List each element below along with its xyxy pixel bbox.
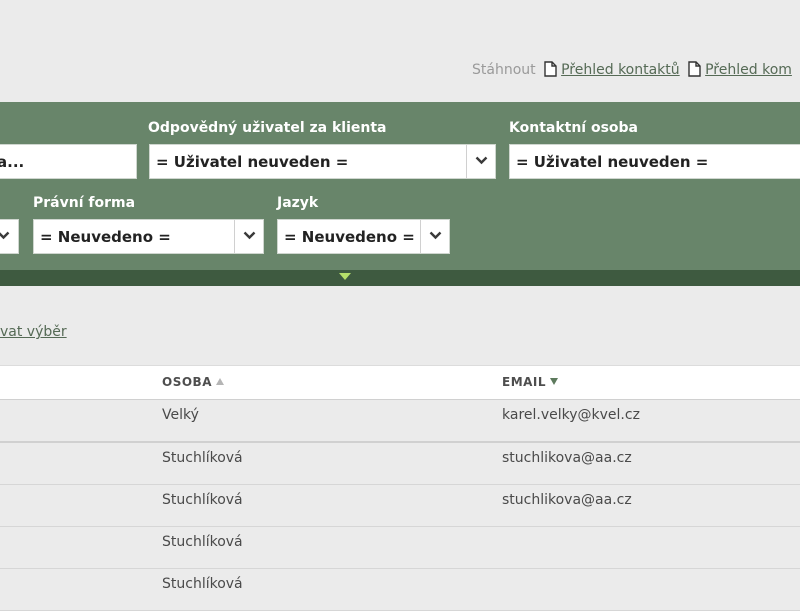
- column-header-email[interactable]: EMAIL: [502, 375, 559, 389]
- contacts-table: OSOBA EMAIL Velký karel.velky@kvel.cz St…: [0, 365, 800, 611]
- sort-descending-icon[interactable]: [550, 378, 559, 385]
- chevron-down-icon[interactable]: [234, 220, 263, 253]
- chevron-down-icon[interactable]: [466, 145, 495, 178]
- person-cell: Stuchlíková: [162, 576, 243, 592]
- language-label: Jazyk: [277, 195, 319, 211]
- download-communication-link[interactable]: Přehled kom: [705, 62, 792, 78]
- document-icon: [544, 61, 557, 83]
- person-cell: Stuchlíková: [162, 492, 243, 508]
- search-input[interactable]: a...: [0, 144, 137, 179]
- contact-person-select[interactable]: = Uživatel neuveden =: [509, 144, 800, 179]
- column-header-person[interactable]: OSOBA: [162, 375, 224, 389]
- table-row[interactable]: Stuchlíková stuchlikova@aa.cz: [0, 485, 800, 527]
- download-label: Stáhnout: [472, 62, 536, 78]
- chevron-down-icon[interactable]: [0, 220, 18, 253]
- download-links: Stáhnout Přehled kontaktů Přehled kom: [472, 60, 792, 83]
- legal-form-label: Právní forma: [33, 195, 136, 211]
- person-cell: Velký: [162, 407, 199, 423]
- responsible-user-value: = Uživatel neuveden =: [156, 153, 349, 171]
- contact-person-label: Kontaktní osoba: [509, 120, 639, 136]
- search-input-value: a...: [0, 153, 25, 171]
- table-row[interactable]: Velký karel.velky@kvel.cz: [0, 400, 800, 443]
- email-cell: karel.velky@kvel.cz: [502, 407, 640, 423]
- document-icon: [688, 61, 701, 83]
- responsible-user-label: Odpovědný uživatel za klienta: [148, 120, 387, 136]
- email-cell: stuchlikova@aa.cz: [502, 492, 632, 508]
- email-cell: stuchlikova@aa.cz: [502, 450, 632, 466]
- partial-select[interactable]: [0, 219, 19, 254]
- table-row[interactable]: Stuchlíková: [0, 527, 800, 569]
- responsible-user-select[interactable]: = Uživatel neuveden =: [149, 144, 496, 179]
- legal-form-select[interactable]: = Neuvedeno =: [33, 219, 264, 254]
- person-cell: Stuchlíková: [162, 450, 243, 466]
- download-contacts-link[interactable]: Přehled kontaktů: [561, 62, 680, 78]
- filter-panel-toggle[interactable]: [0, 270, 800, 286]
- triangle-down-icon[interactable]: [339, 273, 351, 280]
- chevron-down-icon[interactable]: [420, 220, 449, 253]
- sort-ascending-icon[interactable]: [215, 378, 224, 385]
- contact-person-value: = Uživatel neuveden =: [516, 153, 709, 171]
- language-select[interactable]: = Neuvedeno =: [277, 219, 450, 254]
- table-row[interactable]: Stuchlíková: [0, 569, 800, 611]
- legal-form-value: = Neuvedeno =: [40, 228, 171, 246]
- reset-selection-link[interactable]: vat výběr: [0, 324, 67, 340]
- table-row[interactable]: Stuchlíková stuchlikova@aa.cz: [0, 443, 800, 485]
- table-header: OSOBA EMAIL: [0, 365, 800, 400]
- filter-panel: a... Odpovědný uživatel za klienta = Uži…: [0, 102, 800, 270]
- person-cell: Stuchlíková: [162, 534, 243, 550]
- language-value: = Neuvedeno =: [284, 228, 415, 246]
